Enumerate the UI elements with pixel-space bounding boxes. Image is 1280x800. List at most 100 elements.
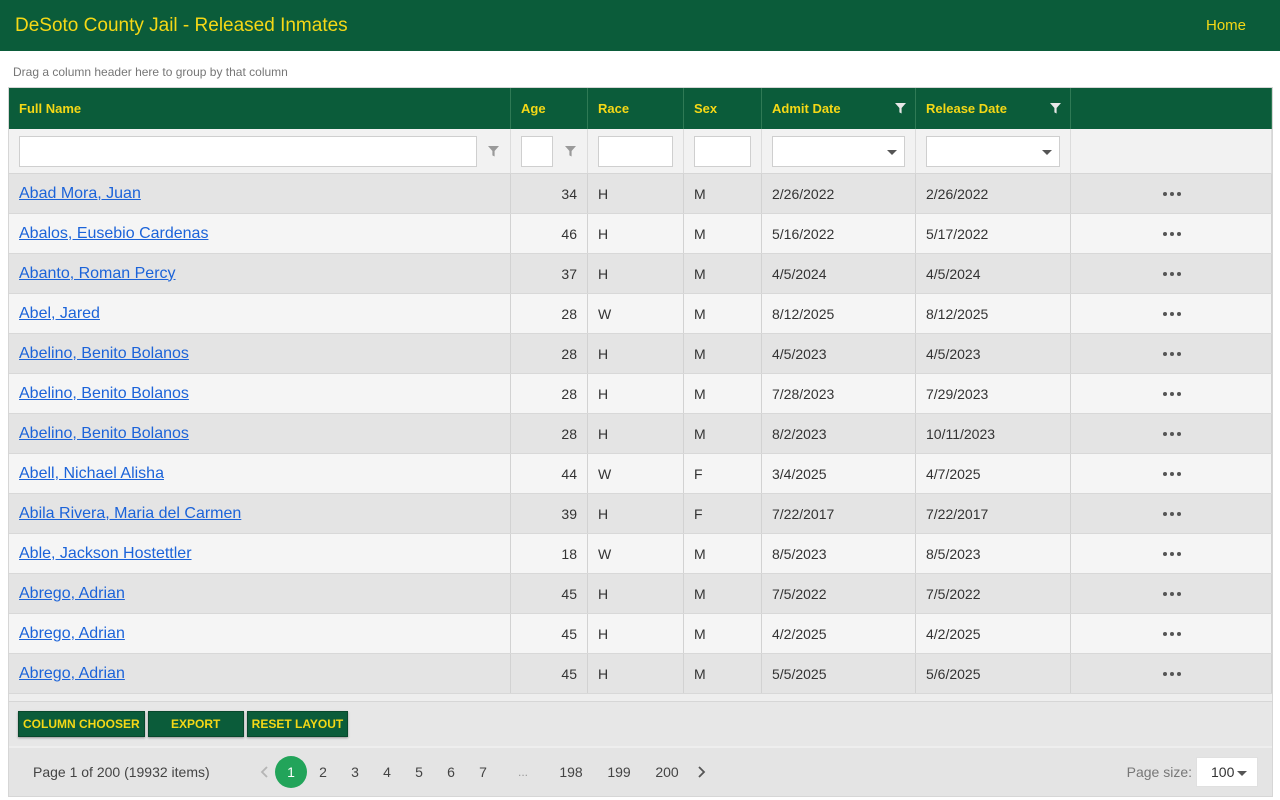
- table-row: Abrego, Adrian 45 H M 7/5/2022 7/5/2022: [9, 574, 1272, 614]
- more-horizontal-icon[interactable]: [1161, 346, 1183, 362]
- age-cell: 28: [511, 414, 588, 453]
- name-cell: Abad Mora, Juan: [9, 174, 511, 213]
- column-header-sex[interactable]: Sex: [684, 88, 762, 129]
- nav-home-link[interactable]: Home: [1206, 17, 1246, 34]
- inmate-name-link[interactable]: Abrego, Adrian: [19, 625, 125, 643]
- table-row: Abila Rivera, Maria del Carmen 39 H F 7/…: [9, 494, 1272, 534]
- inmate-name-link[interactable]: Abell, Nichael Alisha: [19, 465, 164, 483]
- race-cell: H: [588, 494, 684, 533]
- more-horizontal-icon[interactable]: [1161, 186, 1183, 202]
- full-name-filter-input[interactable]: [19, 135, 477, 167]
- page-size-select[interactable]: 100: [1196, 757, 1258, 787]
- inmate-name-link[interactable]: Able, Jackson Hostettler: [19, 545, 192, 563]
- row-actions-cell: [1071, 334, 1272, 373]
- more-horizontal-icon[interactable]: [1161, 586, 1183, 602]
- more-horizontal-icon[interactable]: [1161, 426, 1183, 442]
- page-button[interactable]: 6: [435, 756, 467, 788]
- more-horizontal-icon[interactable]: [1161, 386, 1183, 402]
- more-horizontal-icon[interactable]: [1161, 226, 1183, 242]
- page-button[interactable]: 199: [595, 756, 643, 788]
- inmate-name-link[interactable]: Abad Mora, Juan: [19, 185, 141, 203]
- page-button[interactable]: 198: [547, 756, 595, 788]
- column-chooser-button[interactable]: COLUMN CHOOSER: [18, 711, 145, 737]
- age-cell: 45: [511, 574, 588, 613]
- name-cell: Able, Jackson Hostettler: [9, 534, 511, 573]
- row-actions-cell: [1071, 374, 1272, 413]
- name-cell: Abalos, Eusebio Cardenas: [9, 214, 511, 253]
- page-button[interactable]: 200: [643, 756, 691, 788]
- column-header-age[interactable]: Age: [511, 88, 588, 129]
- filter-cell-full-name: [9, 129, 511, 173]
- race-cell: H: [588, 214, 684, 253]
- table-row: Abelino, Benito Bolanos 28 H M 7/28/2023…: [9, 374, 1272, 414]
- release-date-cell: 2/26/2022: [916, 174, 1071, 213]
- admit-date-filter-select[interactable]: [772, 135, 905, 167]
- filter-icon[interactable]: [895, 103, 906, 114]
- sex-filter-input[interactable]: [694, 135, 751, 167]
- sex-cell: M: [684, 254, 762, 293]
- chevron-left-icon[interactable]: [253, 756, 275, 788]
- age-cell: 18: [511, 534, 588, 573]
- page-button[interactable]: 1: [275, 756, 307, 788]
- race-filter-input[interactable]: [598, 135, 673, 167]
- row-actions-cell: [1071, 214, 1272, 253]
- more-horizontal-icon[interactable]: [1161, 506, 1183, 522]
- sex-cell: M: [684, 374, 762, 413]
- page-button[interactable]: 7: [467, 756, 499, 788]
- more-horizontal-icon[interactable]: [1161, 546, 1183, 562]
- inmate-name-link[interactable]: Abrego, Adrian: [19, 665, 125, 683]
- admit-date-cell: 8/2/2023: [762, 414, 916, 453]
- group-panel[interactable]: Drag a column header here to group by th…: [0, 51, 1280, 87]
- caret-down-icon: [1237, 771, 1247, 776]
- inmate-name-link[interactable]: Abila Rivera, Maria del Carmen: [19, 505, 241, 523]
- filter-icon[interactable]: [488, 146, 499, 157]
- caret-down-icon: [1042, 149, 1052, 155]
- table-row: Abel, Jared 28 W M 8/12/2025 8/12/2025: [9, 294, 1272, 334]
- race-cell: H: [588, 614, 684, 653]
- inmate-name-link[interactable]: Abelino, Benito Bolanos: [19, 425, 189, 443]
- age-filter-input[interactable]: [521, 135, 553, 167]
- row-actions-cell: [1071, 494, 1272, 533]
- race-cell: H: [588, 334, 684, 373]
- inmate-name-link[interactable]: Abalos, Eusebio Cardenas: [19, 225, 208, 243]
- chevron-right-icon[interactable]: [691, 756, 713, 788]
- column-header-release-date[interactable]: Release Date: [916, 88, 1071, 129]
- app-title: DeSoto County Jail - Released Inmates: [15, 14, 348, 36]
- race-cell: H: [588, 374, 684, 413]
- more-horizontal-icon[interactable]: [1161, 466, 1183, 482]
- page-button[interactable]: 5: [403, 756, 435, 788]
- more-horizontal-icon[interactable]: [1161, 666, 1183, 682]
- name-cell: Abrego, Adrian: [9, 574, 511, 613]
- inmate-name-link[interactable]: Abel, Jared: [19, 305, 100, 323]
- admit-date-cell: 7/28/2023: [762, 374, 916, 413]
- age-cell: 28: [511, 294, 588, 333]
- release-date-filter-select[interactable]: [926, 135, 1060, 167]
- admit-date-cell: 4/2/2025: [762, 614, 916, 653]
- column-header-full-name[interactable]: Full Name: [9, 88, 511, 129]
- inmate-name-link[interactable]: Abanto, Roman Percy: [19, 265, 176, 283]
- release-date-cell: 4/5/2023: [916, 334, 1071, 373]
- age-cell: 37: [511, 254, 588, 293]
- page-button[interactable]: 4: [371, 756, 403, 788]
- export-button[interactable]: EXPORT: [147, 711, 244, 737]
- inmate-name-link[interactable]: Abelino, Benito Bolanos: [19, 345, 189, 363]
- sex-cell: M: [684, 534, 762, 573]
- inmate-name-link[interactable]: Abrego, Adrian: [19, 585, 125, 603]
- age-cell: 34: [511, 174, 588, 213]
- filter-icon[interactable]: [565, 146, 576, 157]
- app-header: DeSoto County Jail - Released Inmates Ho…: [0, 0, 1280, 51]
- grid-filter-row: [9, 129, 1272, 174]
- filter-icon[interactable]: [1050, 103, 1061, 114]
- inmate-name-link[interactable]: Abelino, Benito Bolanos: [19, 385, 189, 403]
- more-horizontal-icon[interactable]: [1161, 266, 1183, 282]
- page-button[interactable]: 3: [339, 756, 371, 788]
- admit-date-cell: 3/4/2025: [762, 454, 916, 493]
- race-cell: H: [588, 654, 684, 693]
- more-horizontal-icon[interactable]: [1161, 626, 1183, 642]
- more-horizontal-icon[interactable]: [1161, 306, 1183, 322]
- column-header-race[interactable]: Race: [588, 88, 684, 129]
- page-button[interactable]: 2: [307, 756, 339, 788]
- reset-layout-button[interactable]: RESET LAYOUT: [246, 711, 349, 737]
- admit-date-cell: 7/22/2017: [762, 494, 916, 533]
- column-header-admit-date[interactable]: Admit Date: [762, 88, 916, 129]
